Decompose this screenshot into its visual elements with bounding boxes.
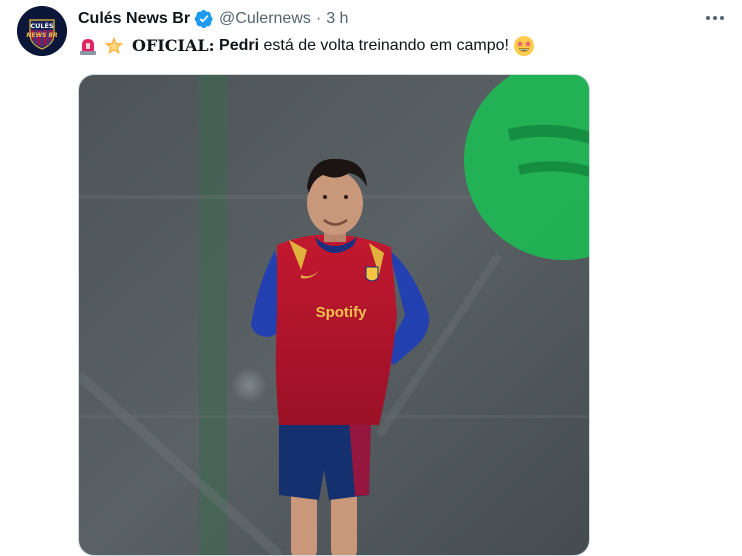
verified-badge-icon[interactable] [194, 9, 214, 29]
author-handle[interactable]: @Culernews [219, 8, 311, 30]
avatar-text-bottom: NEWS BR [26, 32, 58, 39]
shirt-sponsor-text: Spotify [316, 304, 367, 321]
text-pedri: Pedri [219, 37, 260, 54]
avatar-text-top: CULÉS [30, 21, 54, 30]
pedri-training-photo: Spotify [79, 75, 589, 555]
separator-dot: · [315, 10, 322, 27]
tweet-text: OFICIAL: Pedri está de volta treinando e… [78, 34, 541, 58]
glowing-star-icon [104, 36, 124, 56]
text-oficial: OFICIAL: [132, 36, 215, 55]
tweet-media-image[interactable]: Spotify [78, 74, 590, 556]
tweet[interactable]: CULÉS NEWS BR Culés News Br @Culernews ·… [0, 0, 742, 556]
author-name[interactable]: Culés News Br [78, 8, 190, 30]
tweet-timestamp[interactable]: 3 h [326, 8, 348, 30]
more-options-icon[interactable] [702, 6, 728, 30]
star-struck-icon [513, 35, 535, 57]
text-rest: está de volta treinando em campo! [263, 37, 509, 54]
rotating-light-icon [78, 36, 98, 56]
tweet-header: Culés News Br @Culernews · 3 h [78, 8, 348, 30]
author-avatar[interactable]: CULÉS NEWS BR [17, 6, 67, 56]
